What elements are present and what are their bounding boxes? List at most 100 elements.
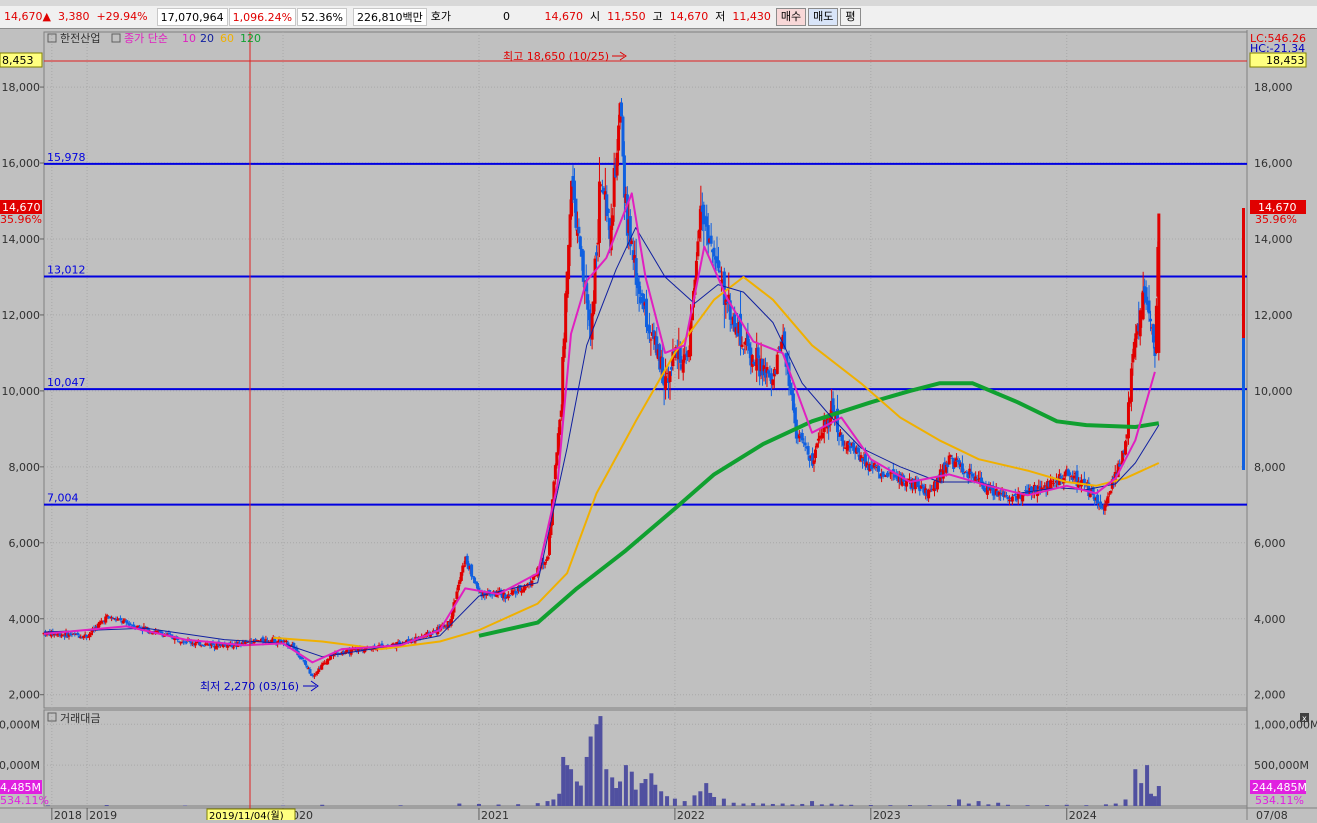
x-tick-label: 2024 xyxy=(1069,809,1097,820)
low-price: 11,430 xyxy=(729,8,774,26)
volume-bar xyxy=(589,737,593,806)
y-tick-label-right: 2,000 xyxy=(1254,689,1286,702)
candle-body xyxy=(1014,494,1017,495)
candle-body xyxy=(304,661,307,665)
right-date-label: 07/08 xyxy=(1256,809,1288,820)
volume-bar xyxy=(665,796,669,806)
high-label: 고 xyxy=(650,8,666,26)
y-tick-label-left: 12,000 xyxy=(2,309,41,322)
candle-body xyxy=(558,420,561,435)
candle-body xyxy=(710,236,713,244)
volume-bar xyxy=(839,805,843,806)
y-tick-label-left: 14,000 xyxy=(2,233,41,246)
volume-bar xyxy=(585,757,589,806)
ma60-label: 60 xyxy=(220,32,234,45)
candle-body xyxy=(776,355,779,374)
volume-bar xyxy=(624,765,628,806)
volume-bar xyxy=(644,779,648,806)
volume-bar xyxy=(673,799,677,806)
right-pct-tag: 35.96% xyxy=(1255,213,1297,226)
chart-area[interactable]: 15,97813,01210,0477,004 2,0002,0004,0004… xyxy=(0,30,1317,820)
volume-bar xyxy=(708,793,712,806)
vol-tick-label-right: 500,000M xyxy=(1254,759,1309,772)
volume-bar xyxy=(1149,794,1153,806)
sell-button[interactable]: 매도 xyxy=(808,8,838,26)
volume-bar xyxy=(557,794,561,806)
candle-body xyxy=(877,466,880,472)
volume-bar xyxy=(399,805,403,806)
vol-tick-label-left: 500,000M xyxy=(0,759,40,772)
open-label: 시 xyxy=(587,8,603,26)
candle-body xyxy=(713,248,716,257)
candle-body xyxy=(508,595,511,596)
turnover-rate: 52.36% xyxy=(297,8,347,26)
volume-bar xyxy=(732,803,736,806)
hoga-price: 14,670 xyxy=(514,8,586,26)
candle-body xyxy=(577,227,580,233)
volume-bar xyxy=(516,804,520,806)
volume-bar xyxy=(569,769,573,806)
volume-bar xyxy=(618,781,622,806)
volume-bar xyxy=(1026,805,1030,806)
volume-bar xyxy=(820,804,824,806)
price-change-pct: +29.94% xyxy=(93,8,150,26)
ma-label: 종가 단순 xyxy=(124,32,168,45)
volume-bar xyxy=(497,805,501,806)
price-range-bar-up xyxy=(1242,208,1245,338)
stock-name: 한전산업 xyxy=(60,32,100,45)
candle-body xyxy=(491,594,494,595)
volume-bar xyxy=(810,801,814,806)
trade-volume: 17,070,964 xyxy=(157,8,228,26)
volume-bar xyxy=(1104,804,1108,806)
volume-bar xyxy=(722,799,726,806)
volume-bar xyxy=(640,783,644,806)
left-top-tag: 8,453 xyxy=(2,54,34,67)
volume-bar xyxy=(598,716,602,806)
high-note: 최고 18,650 (10/25) xyxy=(503,50,609,63)
y-tick-label-left: 18,000 xyxy=(2,81,41,94)
volume-bar xyxy=(546,801,550,806)
volume-bar xyxy=(659,791,663,806)
volume-bar xyxy=(1153,796,1157,806)
y-tick-label-left: 2,000 xyxy=(9,689,41,702)
candle-body xyxy=(607,209,610,213)
candle-body xyxy=(1096,495,1099,504)
buy-button[interactable]: 매수 xyxy=(776,8,806,26)
volume-bar xyxy=(908,805,912,806)
price-chart-svg[interactable]: 15,97813,01210,0477,004 2,0002,0004,0004… xyxy=(0,30,1317,820)
y-tick-label-left: 10,000 xyxy=(2,385,41,398)
y-tick-label-right: 14,000 xyxy=(1254,233,1293,246)
eval-button[interactable]: 평 xyxy=(840,8,860,26)
y-tick-label-left: 4,000 xyxy=(9,613,41,626)
volume-bar xyxy=(630,772,634,806)
candle-body xyxy=(470,565,473,577)
support-resistance-label: 7,004 xyxy=(47,492,79,505)
up-arrow-icon: ▲ xyxy=(43,10,51,23)
volume-bar xyxy=(1124,799,1128,806)
x-tick-label: 2019 xyxy=(89,809,117,820)
ma20-label: 20 xyxy=(200,32,214,45)
y-tick-label-right: 6,000 xyxy=(1254,537,1286,550)
volume-bar xyxy=(579,786,583,806)
volume-bar xyxy=(1157,786,1161,806)
support-resistance-label: 10,047 xyxy=(47,376,86,389)
candle-body xyxy=(620,103,623,117)
x-tick-label: 2021 xyxy=(481,809,509,820)
volume-bar xyxy=(996,803,1000,806)
volume-bar xyxy=(565,765,569,806)
vol-tick-label-left: 1,000,000M xyxy=(0,718,40,731)
vol-right-pct: 534.11% xyxy=(1255,794,1304,807)
volume-bar xyxy=(1139,783,1143,806)
candle-body xyxy=(649,339,652,340)
candle-body xyxy=(740,345,743,347)
x-tick-label: 2018 xyxy=(54,809,82,820)
high-annotation: 최고 18,650 (10/25) xyxy=(503,50,626,63)
candle-body xyxy=(1106,496,1109,503)
close-panel-glyph: x xyxy=(1302,714,1307,723)
vol-left-pct: 534.11% xyxy=(0,794,49,807)
low-note: 최저 2,270 (03/16) xyxy=(200,680,299,693)
candle-body xyxy=(194,643,197,645)
vol-left-tag: 4,485M xyxy=(0,781,41,794)
candle-body xyxy=(645,299,648,327)
left-pct-tag: 35.96% xyxy=(0,213,42,226)
